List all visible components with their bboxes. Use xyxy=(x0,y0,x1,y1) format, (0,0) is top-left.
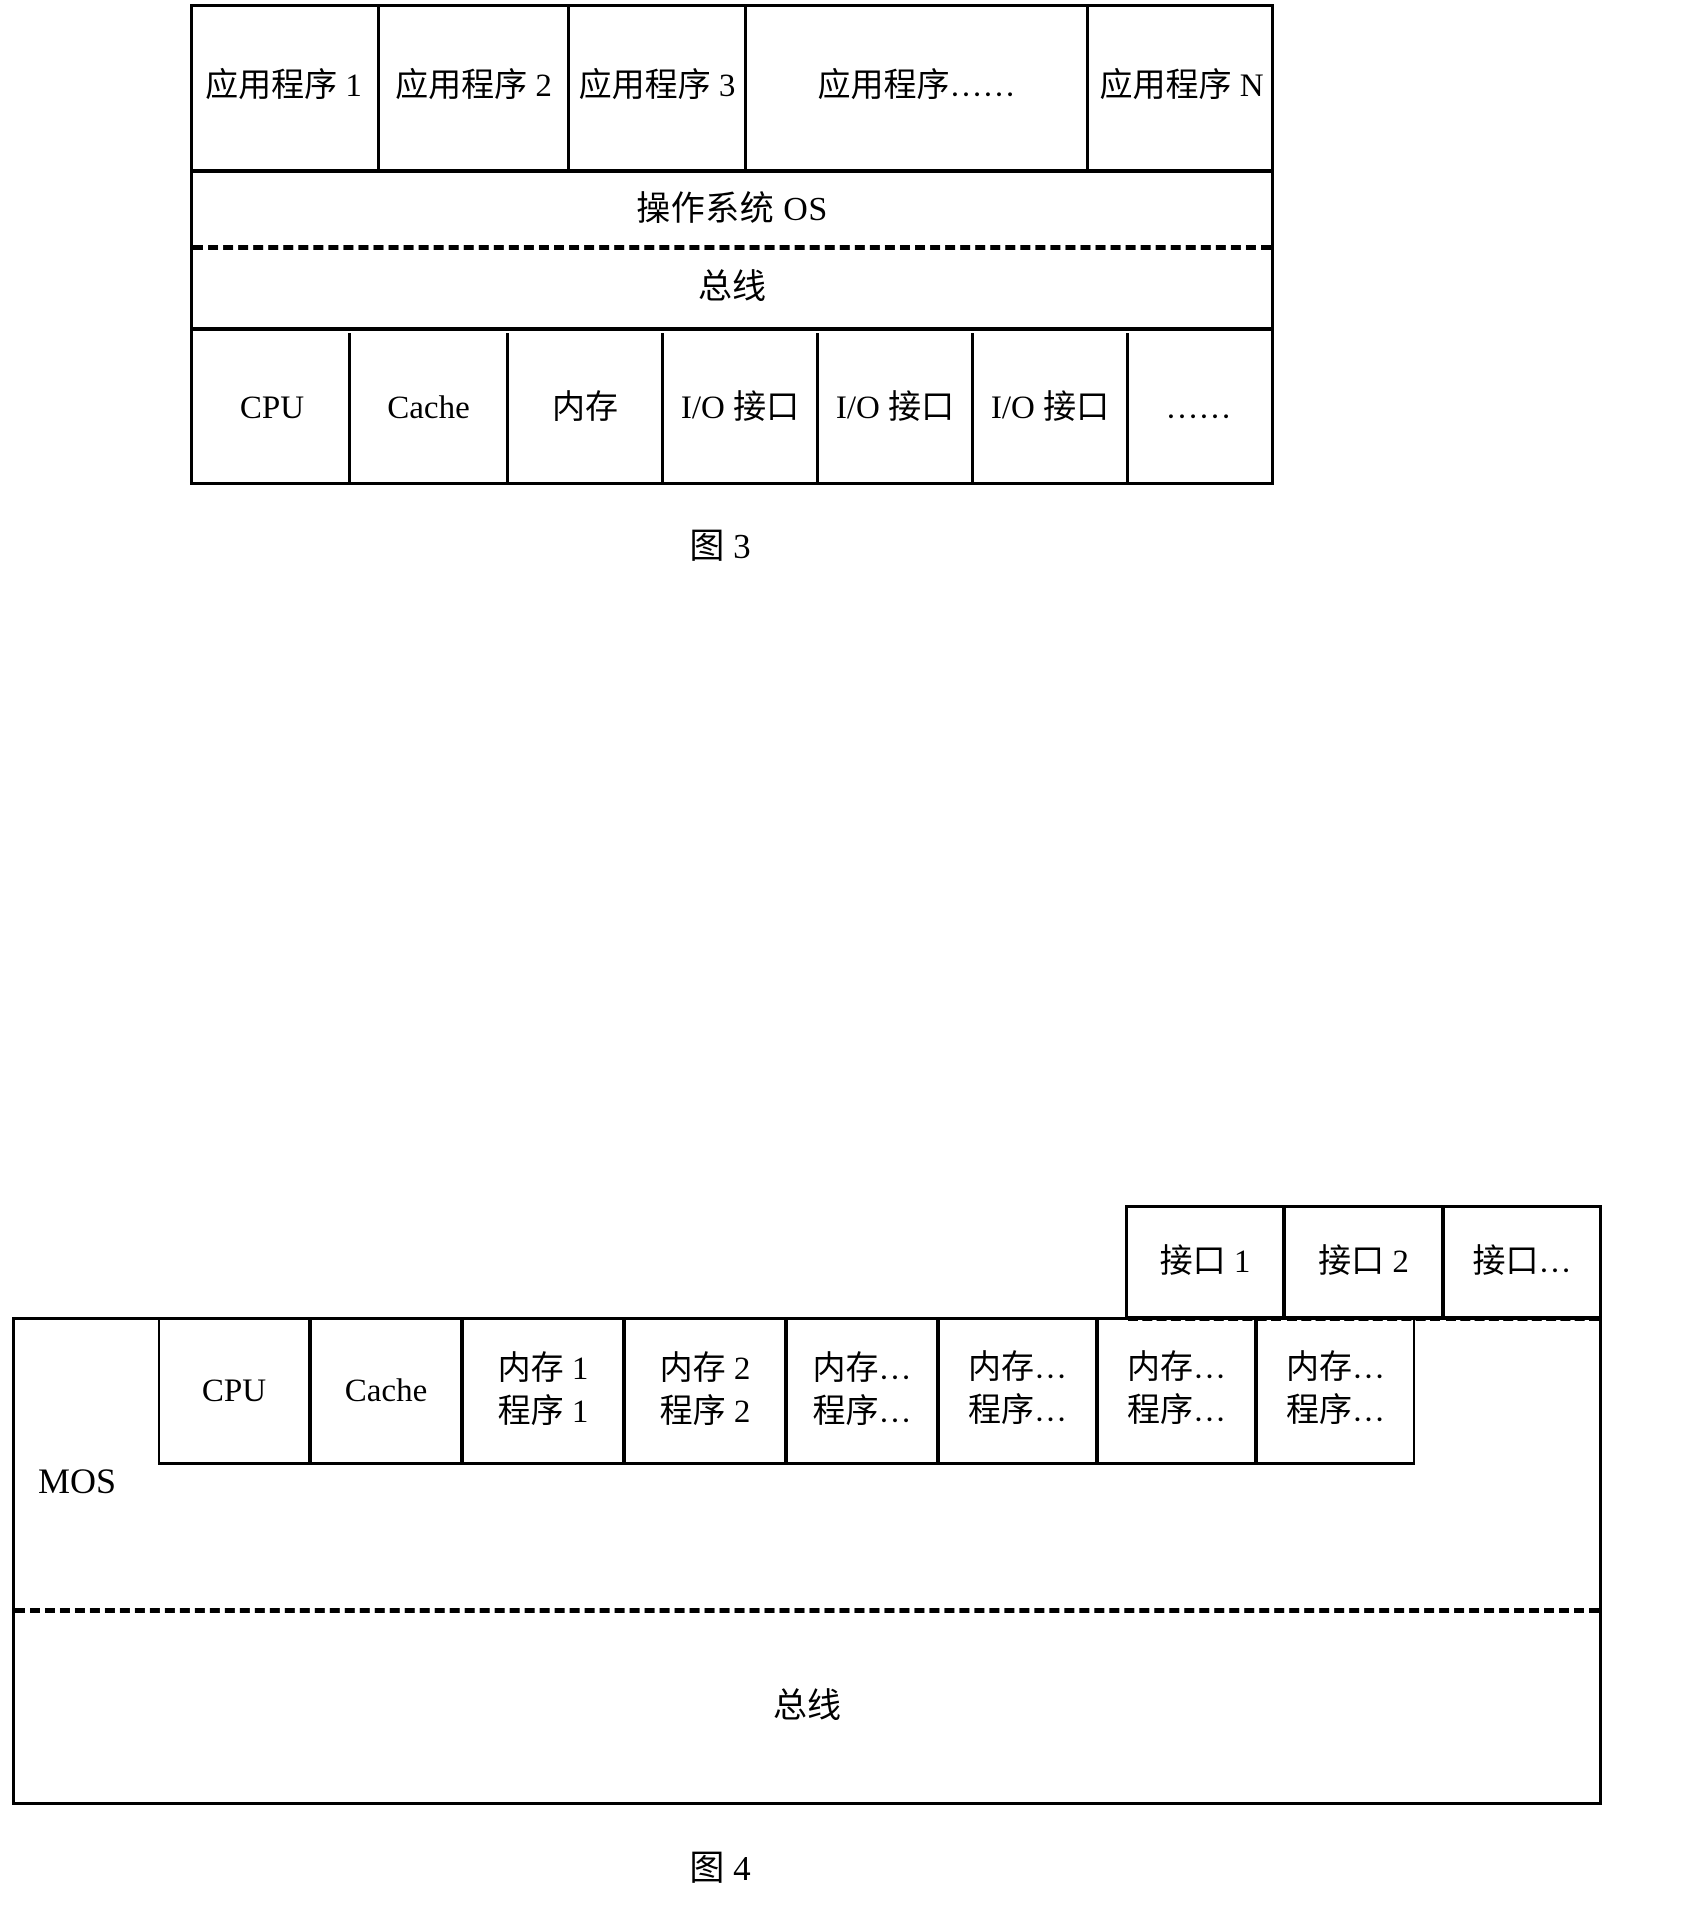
figure3-application-row: 应用程序 1 应用程序 2 应用程序 3 应用程序…… 应用程序 N xyxy=(190,4,1274,169)
figure3-bus-label: 总线 xyxy=(698,269,766,307)
figure3-app-cell-3: 应用程序 3 xyxy=(570,4,747,169)
figure3-hw-label-io-3: I/O 接口 xyxy=(990,390,1110,427)
figure4-bus-label: 总线 xyxy=(773,1687,841,1725)
figure4-component-cell-memory-ellipsis: 内存… 程序… xyxy=(786,1317,938,1465)
figure4-component-line1-iface-1: 内存… xyxy=(968,1349,1067,1386)
figure3-hw-label-io-1: I/O 接口 xyxy=(680,390,800,427)
figure4-component-line2-memory-ellipsis: 程序… xyxy=(812,1394,912,1430)
figure3-bus-band: 总线 xyxy=(193,250,1271,327)
figure4-component-cell-iface-1: 内存… 程序… xyxy=(938,1317,1097,1465)
figure4-component-line2-memory-1: 程序 1 xyxy=(497,1394,589,1430)
figure3-app-label-2: 应用程序 2 xyxy=(395,68,552,105)
figure3-app-cell-ellipsis: 应用程序…… xyxy=(747,4,1089,169)
figure4-component-line1-memory-2: 内存 2 xyxy=(659,1351,751,1388)
figure4-component-row: CPU Cache 内存 1 程序 1 内存 2 程序 2 内存… 程序… 内存… xyxy=(158,1317,1602,1465)
figure3-os-label: 操作系统 OS xyxy=(636,190,828,228)
figure4-interface-label-3: 接口… xyxy=(1472,1243,1572,1280)
figure4-caption: 图 4 xyxy=(689,1849,751,1888)
figure3-app-label-ellipsis: 应用程序…… xyxy=(817,68,1016,105)
figure4-interface-box-3: 接口… xyxy=(1443,1205,1602,1319)
figure4-interface-box-1: 接口 1 xyxy=(1125,1205,1284,1319)
figure4-interface-label-1: 接口 1 xyxy=(1159,1243,1251,1280)
figure4-component-line2-iface-1: 程序… xyxy=(968,1392,1067,1429)
figure3-app-cell-n: 应用程序 N xyxy=(1089,4,1274,169)
figure4-component-line2-memory-2: 程序 2 xyxy=(659,1394,751,1430)
figure4-interface-box-2: 接口 2 xyxy=(1284,1205,1443,1319)
figure3-hw-label-cache: Cache xyxy=(387,390,470,427)
figure3-hw-label-memory: 内存 xyxy=(552,390,618,427)
figure4-component-cell-memory-1: 内存 1 程序 1 xyxy=(462,1317,624,1465)
figure4-component-line1-memory-ellipsis: 内存… xyxy=(812,1351,912,1388)
figure3-hw-cell-io-3: I/O 接口 xyxy=(974,333,1129,484)
figure3-hw-cell-io-1: I/O 接口 xyxy=(664,333,819,484)
figure4-component-line2-iface-3: 程序… xyxy=(1286,1392,1385,1429)
figure3-app-label-3: 应用程序 3 xyxy=(578,68,736,105)
figure3-hardware-row: CPU Cache 内存 I/O 接口 I/O 接口 I/O 接口 …… xyxy=(193,327,1271,484)
figure4-component-line2-cpu: CPU xyxy=(201,1372,267,1409)
figure4-component-line1-iface-2: 内存… xyxy=(1127,1349,1226,1386)
figure4-component-line1-memory-1: 内存 1 xyxy=(497,1351,589,1388)
figure3-hw-cell-ellipsis: …… xyxy=(1129,333,1268,484)
figure3-hw-label-cpu: CPU xyxy=(239,390,305,427)
figure3-app-label-n: 应用程序 N xyxy=(1099,68,1264,105)
figure3-hw-label-io-2: I/O 接口 xyxy=(835,390,955,427)
figure3-os-band: 操作系统 OS xyxy=(193,169,1271,247)
figure4-mos-label: MOS xyxy=(38,1461,117,1501)
figure4-component-line2-cache: Cache xyxy=(344,1372,428,1409)
figure4-component-cell-iface-3: 内存… 程序… xyxy=(1256,1317,1415,1465)
figure3-hw-label-ellipsis: …… xyxy=(1165,390,1232,427)
figure4-component-cell-iface-2: 内存… 程序… xyxy=(1097,1317,1256,1465)
figure4-bus-band: 总线 xyxy=(15,1612,1599,1802)
figure4-component-cell-cpu: CPU xyxy=(158,1317,310,1465)
figure3-hw-cell-io-2: I/O 接口 xyxy=(819,333,974,484)
figure3-hw-cell-memory: 内存 xyxy=(509,333,664,484)
figure4-component-cell-cache: Cache xyxy=(310,1317,462,1465)
figure3-caption: 图 3 xyxy=(689,527,751,566)
figure3-app-label-1: 应用程序 1 xyxy=(205,68,362,105)
figure4-component-line1-iface-3: 内存… xyxy=(1286,1349,1385,1386)
figure3-app-cell-2: 应用程序 2 xyxy=(380,4,570,169)
figure4-component-cell-memory-2: 内存 2 程序 2 xyxy=(624,1317,786,1465)
figure4-interface-label-2: 接口 2 xyxy=(1318,1243,1409,1280)
figure3-hw-cell-cache: Cache xyxy=(351,333,509,484)
figure4-component-line2-iface-2: 程序… xyxy=(1127,1392,1226,1429)
figure3-app-cell-1: 应用程序 1 xyxy=(190,4,380,169)
figure3-hw-cell-cpu: CPU xyxy=(196,333,351,484)
